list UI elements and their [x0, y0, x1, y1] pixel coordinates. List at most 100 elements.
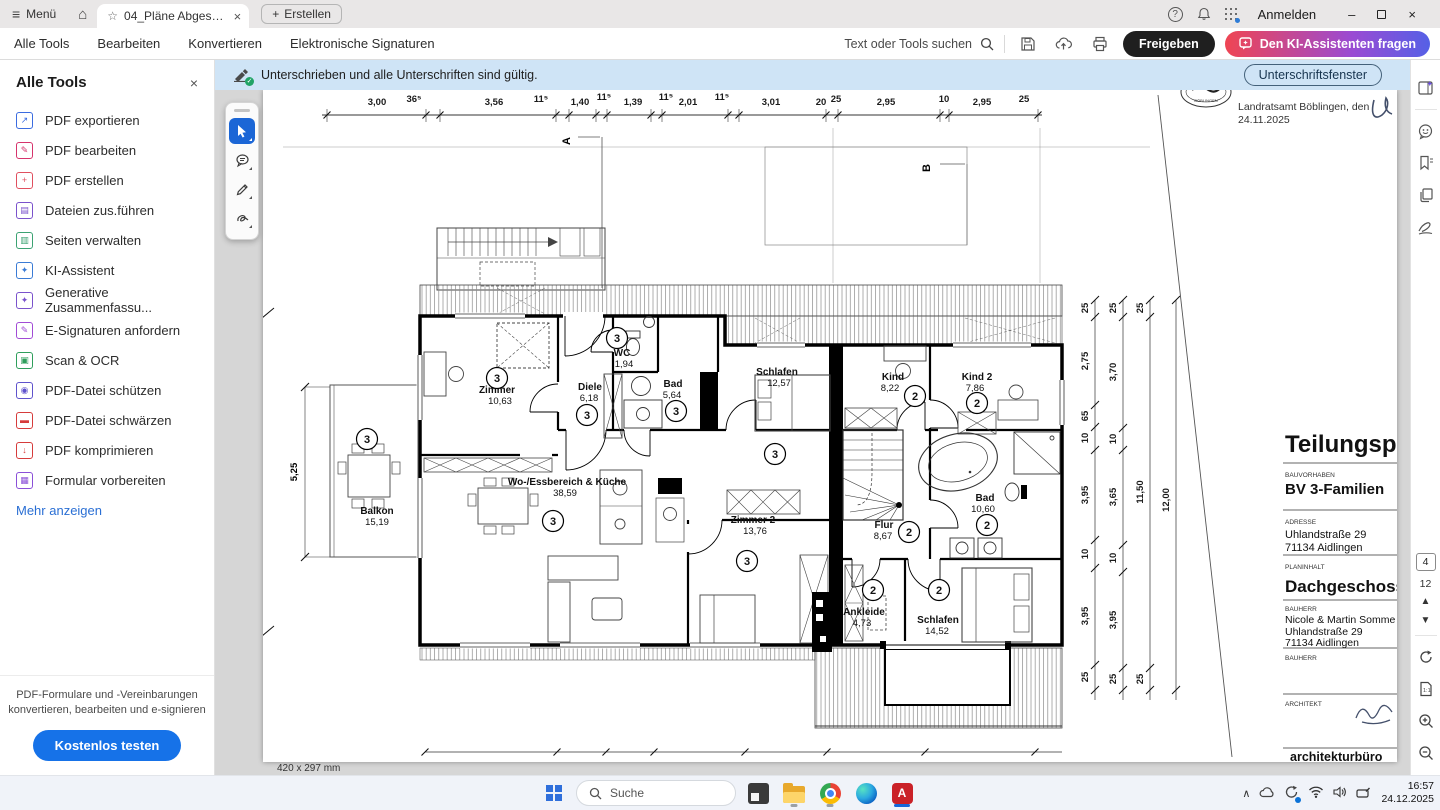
svg-text:11⁵: 11⁵ [597, 92, 612, 103]
taskbar-app-acrobat[interactable]: A [888, 779, 916, 807]
sidebar-item-pdf-bearbeiten[interactable]: ✎PDF bearbeiten [0, 135, 214, 165]
menu-button[interactable]: ≡ Menü [0, 6, 68, 22]
signature-tool-button[interactable] [229, 205, 255, 231]
zoom-out-button[interactable] [1414, 741, 1438, 765]
signature-panel-icon-button[interactable] [1414, 76, 1438, 100]
svg-text:ARCHITEKT: ARCHITEKT [1285, 701, 1322, 708]
sidebar-item-formular-vorbereiten[interactable]: ▦Formular vorbereiten [0, 465, 214, 495]
pdf-page: BÖBLINGEN Landratsamt Böblingen, den 24.… [263, 90, 1397, 762]
save-button[interactable] [1015, 32, 1041, 56]
close-button[interactable]: × [1408, 7, 1416, 22]
svg-text:Flur: Flur [875, 520, 894, 531]
signatures-panel-button[interactable] [1414, 215, 1438, 239]
svg-text:25: 25 [1080, 671, 1091, 682]
svg-text:Nicole & Martin Somme: Nicole & Martin Somme [1285, 614, 1395, 626]
sidebar-item-pdf-schwaerzen[interactable]: ▬PDF-Datei schwärzen [0, 405, 214, 435]
bookmarks-panel-button[interactable] [1414, 151, 1438, 175]
restore-button[interactable] [1377, 10, 1386, 19]
dimension-chain-bottom [422, 749, 1063, 756]
comments-panel-button[interactable] [1414, 119, 1438, 143]
free-trial-button[interactable]: Kostenlos testen [33, 730, 182, 761]
page-number-input[interactable] [1416, 553, 1436, 571]
file-explorer-icon [783, 786, 805, 803]
architect-signature [1356, 705, 1392, 723]
page-thumbnails-button[interactable] [1414, 183, 1438, 207]
menu-e-signaturen[interactable]: Elektronische Signaturen [276, 36, 449, 51]
sidebar-item-dateien-zusammenfuehren[interactable]: ▤Dateien zus.führen [0, 195, 214, 225]
taskbar-clock[interactable]: 16:57 24.12.2025 [1381, 780, 1434, 806]
svg-text:2,75: 2,75 [1080, 351, 1091, 370]
sync-tray-icon[interactable] [1284, 785, 1299, 802]
svg-text:10: 10 [1080, 549, 1091, 560]
fit-page-button[interactable]: 1:1 [1414, 677, 1438, 701]
svg-text:25: 25 [1108, 302, 1119, 313]
palette-drag-handle[interactable] [234, 109, 250, 112]
svg-text:65: 65 [1080, 410, 1091, 421]
taskbar-app-explorer[interactable] [780, 779, 808, 807]
svg-text:Dachgeschoss: Dachgeschoss [1285, 577, 1397, 596]
home-icon: ⌂ [78, 6, 87, 23]
upload-cloud-button[interactable] [1051, 32, 1077, 56]
sidebar-item-pdf-schuetzen[interactable]: ◉PDF-Datei schützen [0, 375, 214, 405]
sidebar-item-e-signaturen[interactable]: ✎E-Signaturen anfordern [0, 315, 214, 345]
show-more-link[interactable]: Mehr anzeigen [0, 495, 214, 526]
sidebar-item-pdf-exportieren[interactable]: ↗PDF exportieren [0, 105, 214, 135]
taskbar-app-edge[interactable] [852, 779, 880, 807]
volume-tray-icon[interactable] [1333, 786, 1347, 801]
zoom-in-button[interactable] [1414, 709, 1438, 733]
taskbar-app-chrome[interactable] [816, 779, 844, 807]
sidebar-item-scan-ocr[interactable]: ▣Scan & OCR [0, 345, 214, 375]
search-input[interactable]: Text oder Tools suchen [844, 37, 994, 51]
select-tool-button[interactable] [229, 118, 255, 144]
balcony-left [330, 385, 418, 557]
sidebar-item-ki-assistent[interactable]: ✦KI-Assistent [0, 255, 214, 285]
svg-text:Balkon: Balkon [360, 506, 393, 517]
home-button[interactable]: ⌂ [68, 6, 97, 23]
svg-text:25: 25 [1135, 673, 1146, 684]
minimize-button[interactable]: – [1348, 7, 1355, 22]
wifi-tray-icon[interactable] [1308, 786, 1324, 801]
next-page-button[interactable]: ▼ [1421, 615, 1431, 626]
svg-text:1,94: 1,94 [615, 359, 634, 370]
apps-grid-button[interactable] [1225, 8, 1238, 21]
ask-ai-button[interactable]: Den KI-Assistenten fragen [1225, 31, 1430, 57]
share-button[interactable]: Freigeben [1123, 31, 1215, 57]
sidebar-item-generative-zusammenfassung[interactable]: ✦Generative Zusammenfassu... [0, 285, 214, 315]
svg-text:10: 10 [1108, 434, 1119, 445]
menu-alle-tools[interactable]: Alle Tools [0, 36, 83, 51]
document-tab[interactable]: ☆ 04_Pläne Abgeschlo... × [97, 4, 249, 28]
start-button[interactable] [540, 779, 568, 807]
create-tab-button[interactable]: + Erstellen [261, 4, 342, 24]
taskbar-app-desktop[interactable] [744, 779, 772, 807]
taskbar-search[interactable]: Suche [576, 780, 736, 806]
pen-device-tray-icon[interactable] [1356, 786, 1371, 801]
scan-ocr-icon: ▣ [16, 352, 33, 369]
svg-text:3,70: 3,70 [1108, 363, 1119, 382]
dimension-chains-right: 25 2,75 65 10 3,95 10 3,95 25 25 3,70 10… [1080, 296, 1180, 700]
sidebar-item-seiten-verwalten[interactable]: ▥Seiten verwalten [0, 225, 214, 255]
comment-tool-button[interactable] [229, 147, 255, 173]
rotate-page-button[interactable] [1414, 645, 1438, 669]
sidebar-close-button[interactable]: × [190, 75, 198, 91]
notifications-button[interactable] [1197, 7, 1211, 21]
ai-assistant-icon: ✦ [16, 262, 33, 279]
menu-konvertieren[interactable]: Konvertieren [174, 36, 276, 51]
signature-panel-button[interactable]: Unterschriftsfenster [1244, 64, 1382, 86]
draw-tool-button[interactable] [229, 176, 255, 202]
svg-text:2: 2 [870, 585, 876, 597]
acrobat-icon: A [892, 783, 913, 804]
sidebar-item-pdf-erstellen[interactable]: +PDF erstellen [0, 165, 214, 195]
clock-date: 24.12.2025 [1381, 793, 1434, 806]
menu-bearbeiten[interactable]: Bearbeiten [83, 36, 174, 51]
favorite-star-icon[interactable]: ☆ [107, 9, 118, 23]
previous-page-button[interactable]: ▲ [1421, 596, 1431, 607]
tray-expand-button[interactable]: ∧ [1242, 787, 1250, 800]
help-button[interactable]: ? [1168, 7, 1183, 22]
signin-button[interactable]: Anmelden [1258, 7, 1317, 22]
print-button[interactable] [1087, 32, 1113, 56]
svg-text:3,01: 3,01 [762, 97, 781, 108]
onedrive-tray-icon[interactable] [1259, 786, 1275, 801]
signature-banner: ✓ Unterschrieben und alle Unterschriften… [215, 60, 1410, 90]
sidebar-item-pdf-komprimieren[interactable]: ↓PDF komprimieren [0, 435, 214, 465]
tab-close-button[interactable]: × [234, 9, 242, 24]
